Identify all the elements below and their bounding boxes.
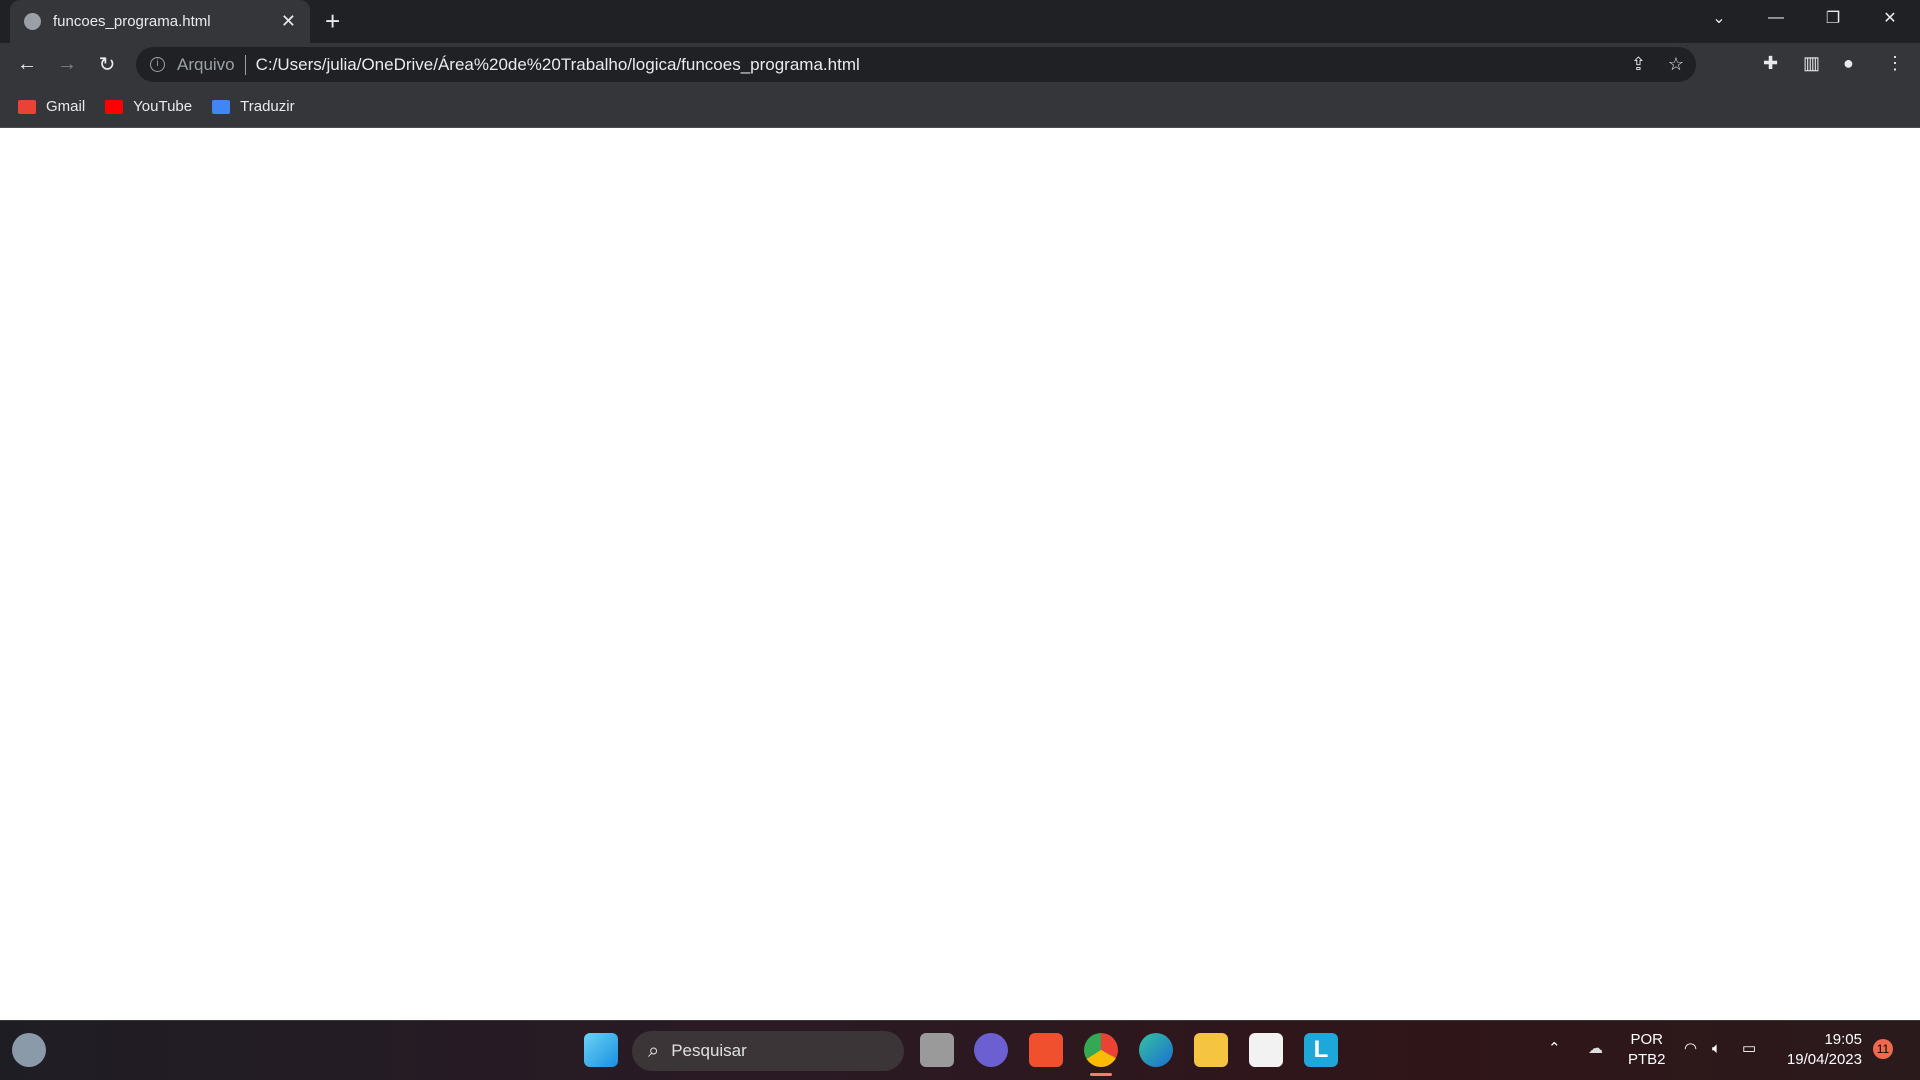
- extensions-icon[interactable]: ✚: [1763, 53, 1778, 74]
- info-icon[interactable]: i: [150, 57, 165, 72]
- restore-button[interactable]: ❐: [1805, 0, 1861, 36]
- bookmarks-bar: Gmail YouTube Traduzir: [0, 86, 1920, 128]
- chrome-icon[interactable]: [1084, 1033, 1118, 1067]
- menu-icon[interactable]: ⋮: [1886, 53, 1904, 74]
- profile-icon[interactable]: ●: [1843, 53, 1854, 74]
- bookmark-label: Traduzir: [240, 98, 295, 115]
- tab-strip: funcoes_programa.html ✕ + ⌄ — ❐ ✕: [0, 0, 1920, 43]
- youtube-icon: [105, 99, 124, 114]
- bookmark-traduzir[interactable]: Traduzir: [212, 98, 295, 115]
- back-button[interactable]: ←: [7, 53, 47, 76]
- bookmark-gmail[interactable]: Gmail: [18, 98, 85, 115]
- language-indicator[interactable]: POR PTB2: [1628, 1030, 1666, 1070]
- google-translate-icon: [212, 99, 231, 114]
- reload-button[interactable]: ↻: [87, 52, 127, 77]
- search-icon: ⌕: [648, 1039, 660, 1062]
- bookmark-youtube[interactable]: YouTube: [105, 98, 192, 115]
- microsoft-store-icon[interactable]: [1249, 1033, 1283, 1067]
- forward-button[interactable]: →: [47, 53, 87, 76]
- taskbar: ⌕ Pesquisar L ⌃ ☁ POR PTB2 ◠ 🔈︎ ▭ 19:05 …: [0, 1020, 1920, 1080]
- battery-icon[interactable]: ▭: [1742, 1039, 1756, 1059]
- new-tab-button[interactable]: +: [325, 6, 340, 37]
- taskbar-search[interactable]: ⌕ Pesquisar: [632, 1031, 904, 1071]
- tab-title: funcoes_programa.html: [53, 13, 211, 30]
- file-explorer-icon[interactable]: [1194, 1033, 1228, 1067]
- time: 19:05: [1824, 1031, 1862, 1048]
- close-window-button[interactable]: ✕: [1862, 0, 1918, 36]
- task-view-icon[interactable]: [920, 1033, 954, 1067]
- page-content: [0, 128, 1920, 1020]
- url-text[interactable]: C:/Users/julia/OneDrive/Área%20de%20Trab…: [256, 55, 860, 75]
- weather-icon[interactable]: [12, 1033, 46, 1067]
- search-placeholder: Pesquisar: [671, 1041, 747, 1060]
- edge-icon[interactable]: [1139, 1033, 1173, 1067]
- teams-chat-icon[interactable]: [974, 1033, 1008, 1067]
- date: 19/04/2023: [1786, 1051, 1862, 1068]
- minimize-button[interactable]: —: [1748, 0, 1804, 36]
- windows-start-icon[interactable]: [584, 1033, 618, 1067]
- scheme-label: Arquivo: [177, 54, 235, 74]
- share-icon[interactable]: ⇪: [1631, 54, 1646, 75]
- gmail-icon: [18, 99, 36, 114]
- bookmark-label: Gmail: [46, 98, 86, 115]
- browser-toolbar: ← → ↻ i Arquivo C:/Users/julia/OneDrive/…: [0, 43, 1920, 86]
- tab-search-chevron-icon[interactable]: ⌄: [1691, 0, 1747, 36]
- chevron-up-icon[interactable]: ⌃: [1548, 1039, 1561, 1059]
- globe-icon: [24, 13, 41, 30]
- app-l-icon[interactable]: L: [1304, 1033, 1338, 1067]
- address-bar[interactable]: i Arquivo C:/Users/julia/OneDrive/Área%2…: [136, 47, 1696, 82]
- notification-badge[interactable]: 11: [1873, 1039, 1893, 1059]
- language-line1: POR: [1630, 1031, 1664, 1048]
- clock[interactable]: 19:05 19/04/2023: [1778, 1030, 1862, 1070]
- bookmark-label: YouTube: [133, 98, 193, 115]
- onedrive-cloud-icon[interactable]: ☁: [1588, 1039, 1603, 1059]
- side-panel-icon[interactable]: ▥: [1803, 53, 1820, 74]
- language-line2: PTB2: [1628, 1051, 1666, 1068]
- active-app-indicator: [1090, 1073, 1112, 1076]
- divider: [244, 54, 246, 75]
- tab-active[interactable]: funcoes_programa.html ✕: [10, 0, 310, 43]
- bookmark-star-icon[interactable]: ☆: [1668, 54, 1684, 75]
- tab-close-button[interactable]: ✕: [281, 11, 296, 32]
- wifi-icon[interactable]: ◠: [1684, 1039, 1697, 1059]
- brave-icon[interactable]: [1029, 1033, 1063, 1067]
- volume-icon[interactable]: 🔈︎: [1712, 1039, 1721, 1059]
